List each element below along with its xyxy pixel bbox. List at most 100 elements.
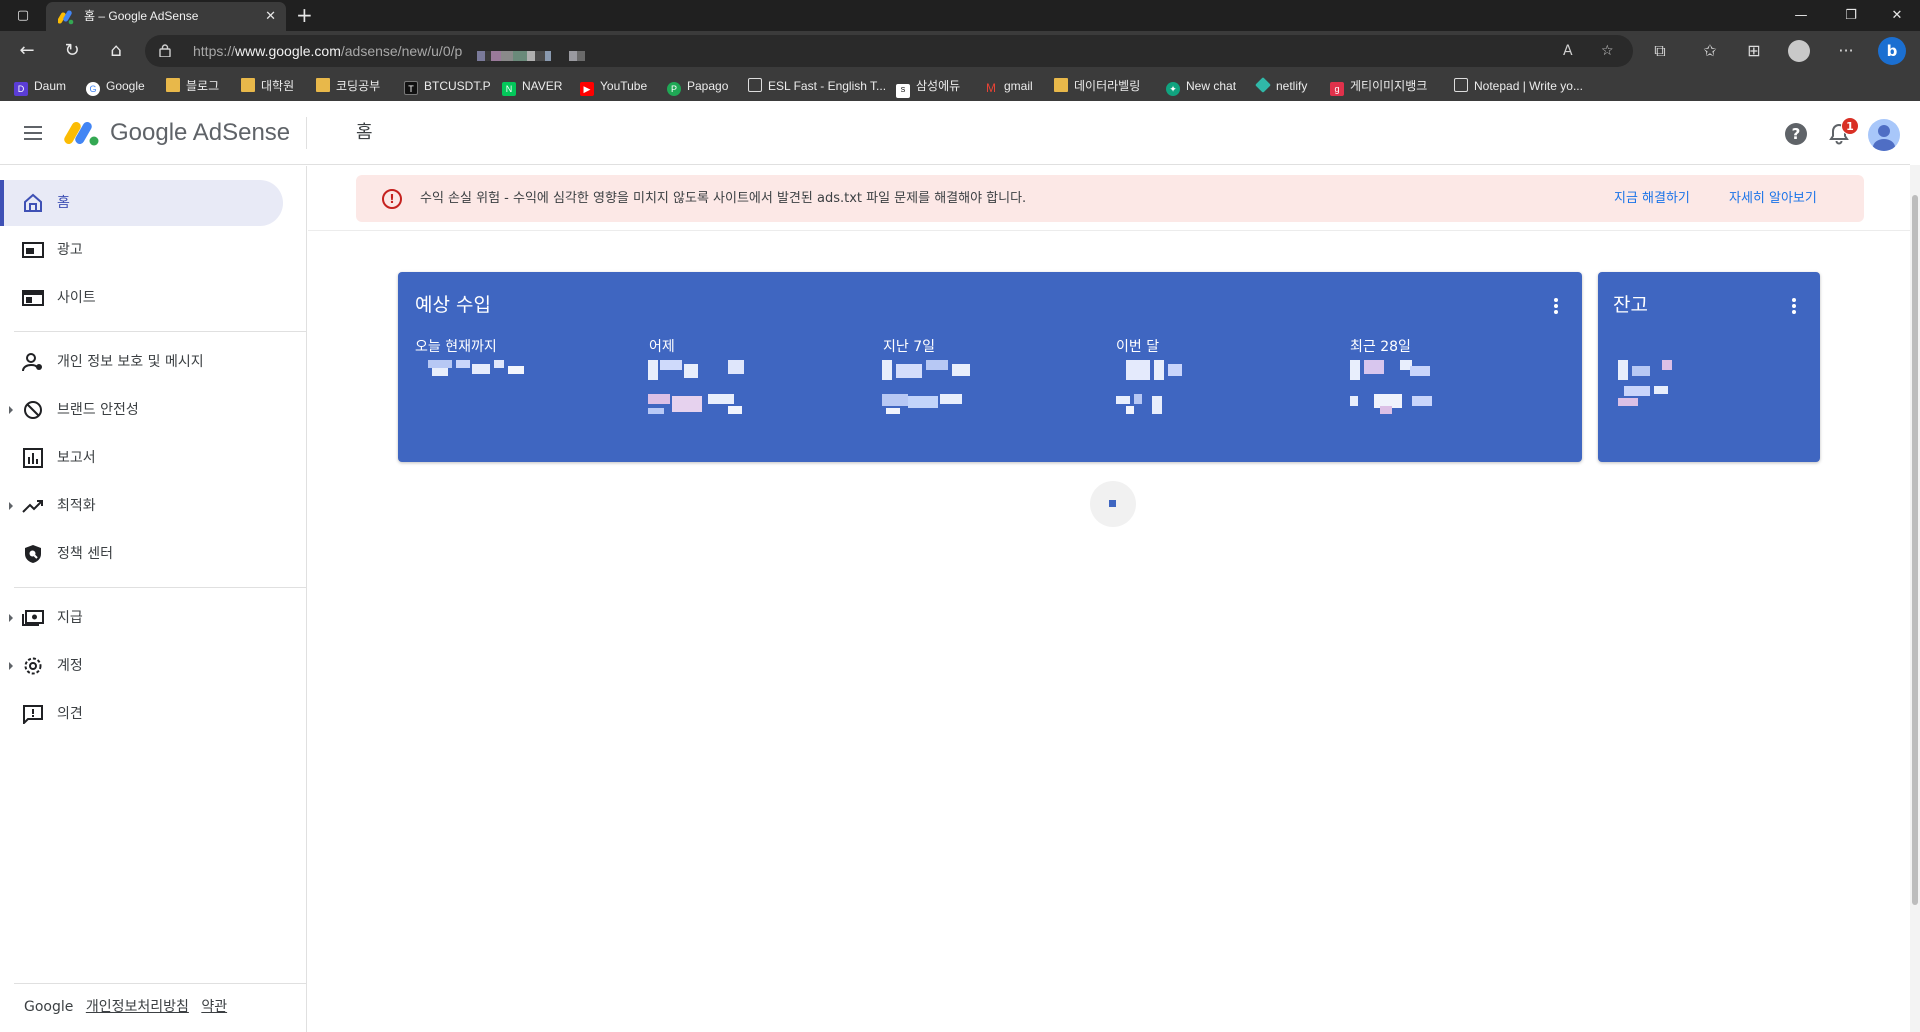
page-icon <box>748 78 762 92</box>
page-scrollbar[interactable] <box>1910 165 1920 1032</box>
sidebar-item-ads[interactable]: 광고 <box>0 227 283 273</box>
sidebar: 홈 광고 사이트 개인 정보 보호 및 메시지 브랜드 안전성 보고서 최적화 <box>0 166 307 1032</box>
page-title: 홈 <box>356 122 373 143</box>
folder-icon <box>241 78 255 92</box>
sidebar-item-reports[interactable]: 보고서 <box>0 435 283 481</box>
tab-close-icon[interactable]: ✕ <box>265 2 276 31</box>
url-redacted <box>477 46 585 61</box>
bookmark-daum[interactable]: D Daum <box>14 71 66 101</box>
feedback-icon <box>23 705 43 724</box>
sidebar-item-privacy[interactable]: 개인 정보 보호 및 메시지 <box>0 339 283 385</box>
fix-now-link[interactable]: 지금 해결하기 <box>1614 175 1690 222</box>
bookmark-getty[interactable]: g 게티이미지뱅크 <box>1330 71 1427 101</box>
adsense-favicon-icon <box>58 10 74 25</box>
expand-caret-icon <box>9 662 13 670</box>
favorites-icon[interactable]: ✩ <box>1694 31 1726 71</box>
sidebar-item-brand-safety[interactable]: 브랜드 안전성 <box>0 387 283 433</box>
sidebar-item-label: 지급 <box>57 610 83 626</box>
menu-icon[interactable] <box>24 126 42 140</box>
bookmark-notepad[interactable]: Notepad | Write yo... <box>1454 71 1583 101</box>
warning-text: 수익 손실 위험 - 수익에 심각한 영향을 미치지 않도록 사이트에서 발견된… <box>420 191 1027 206</box>
notification-badge: 1 <box>1841 117 1859 135</box>
folder-icon <box>166 78 180 92</box>
tradingview-icon: T <box>404 81 418 95</box>
trending-icon <box>22 500 43 513</box>
address-bar[interactable]: https://www.google.com/adsense/new/u/0/p… <box>145 35 1633 67</box>
more-options-icon[interactable] <box>1792 298 1796 314</box>
folder-icon <box>316 78 330 92</box>
window-close-icon[interactable]: ✕ <box>1882 0 1912 31</box>
browser-tab[interactable]: 홈 – Google AdSense ✕ <box>46 2 286 31</box>
google-icon: G <box>86 82 100 96</box>
footer-google: Google <box>24 999 74 1015</box>
bookmark-data-labeling[interactable]: 데이터라벨링 <box>1054 71 1140 101</box>
restore-icon[interactable]: ❐ <box>1836 0 1866 31</box>
content-divider <box>308 230 1910 231</box>
sidebar-item-label: 광고 <box>57 242 83 258</box>
home-icon <box>24 193 42 212</box>
card-title: 예상 수입 <box>415 294 491 316</box>
samsung-edu-icon: S <box>896 84 910 98</box>
papago-icon: P <box>667 82 681 96</box>
bookmark-blog[interactable]: 블로그 <box>166 71 219 101</box>
sidebar-item-feedback[interactable]: 의견 <box>0 691 283 737</box>
bookmark-samsung-edu[interactable]: S 삼성에듀 <box>896 71 960 101</box>
sidebar-footer: Google 개인정보처리방침 약관 <box>24 996 227 1016</box>
learn-more-link[interactable]: 자세히 알아보기 <box>1729 175 1817 222</box>
privacy-icon <box>22 353 42 372</box>
bookmark-naver[interactable]: N NAVER <box>502 71 562 101</box>
metric-last-7-days: 지난 7일 <box>883 339 935 355</box>
header-divider <box>306 117 307 149</box>
browser-profile-icon[interactable] <box>1788 40 1810 62</box>
sidebar-item-home[interactable]: 홈 <box>0 180 283 226</box>
copilot-icon[interactable]: b <box>1878 37 1906 65</box>
ads-txt-warning-banner: ! 수익 손실 위험 - 수익에 심각한 영향을 미치지 않도록 사이트에서 발… <box>356 175 1864 222</box>
privacy-policy-link[interactable]: 개인정보처리방침 <box>86 999 189 1015</box>
adsense-page: Google AdSense 홈 ? 1 홈 광고 사이트 개인 정보 보호 및… <box>0 101 1920 1032</box>
sidebar-item-label: 사이트 <box>57 290 96 306</box>
sidebar-item-label: 보고서 <box>57 450 96 466</box>
page-icon <box>1454 78 1468 92</box>
balance-card: 잔고 <box>1598 272 1820 462</box>
error-icon: ! <box>382 189 402 209</box>
sidebar-item-sites[interactable]: 사이트 <box>0 275 283 321</box>
netlify-icon <box>1255 77 1271 93</box>
bookmark-gmail[interactable]: Mgmail <box>984 71 1033 101</box>
loading-spinner <box>1090 481 1136 527</box>
help-icon[interactable]: ? <box>1785 123 1807 145</box>
terms-link[interactable]: 약관 <box>201 999 227 1015</box>
bookmark-grad-school[interactable]: 대학원 <box>241 71 294 101</box>
minimize-icon[interactable]: — <box>1786 0 1816 31</box>
tab-title: 홈 – Google AdSense <box>84 9 199 23</box>
more-options-icon[interactable] <box>1554 298 1558 314</box>
extensions-icon[interactable]: ⧉ <box>1644 31 1676 71</box>
back-icon[interactable]: ← <box>11 31 43 71</box>
bookmark-btcusdt[interactable]: T BTCUSDT.P <box>404 71 491 101</box>
bookmark-google[interactable]: G Google <box>86 71 145 101</box>
avatar[interactable] <box>1868 119 1900 151</box>
reload-icon[interactable]: ↻ <box>56 31 88 71</box>
collections-icon[interactable]: ⊞ <box>1738 31 1770 71</box>
more-icon[interactable]: ··· <box>1830 31 1862 71</box>
sidebar-item-policy-center[interactable]: 정책 센터 <box>0 531 283 577</box>
bookmark-coding[interactable]: 코딩공부 <box>316 71 380 101</box>
sidebar-item-account[interactable]: 계정 <box>0 643 283 689</box>
expand-caret-icon <box>9 406 13 414</box>
bookmark-esl-fast[interactable]: ESL Fast - English T... <box>748 71 886 101</box>
folder-icon <box>1054 78 1068 92</box>
sidebar-item-label: 의견 <box>57 706 83 722</box>
tab-actions-icon[interactable]: ▢ <box>12 0 34 31</box>
metric-today: 오늘 현재까지 <box>415 339 497 355</box>
bookmark-youtube[interactable]: ▶ YouTube <box>580 71 647 101</box>
sidebar-divider <box>14 331 307 332</box>
bookmark-new-chat[interactable]: ✦ New chat <box>1166 71 1236 101</box>
read-aloud-icon[interactable]: A <box>1563 35 1573 67</box>
sidebar-item-optimization[interactable]: 최적화 <box>0 483 283 529</box>
favorite-add-icon[interactable]: ☆ <box>1601 35 1614 67</box>
scroll-thumb[interactable] <box>1912 195 1918 905</box>
home-browser-icon[interactable]: ⌂ <box>100 31 132 71</box>
sidebar-item-payments[interactable]: 지급 <box>0 595 283 641</box>
bookmark-netlify[interactable]: netlify <box>1255 71 1307 101</box>
new-tab-icon[interactable]: + <box>296 0 313 31</box>
bookmark-papago[interactable]: P Papago <box>667 71 728 101</box>
